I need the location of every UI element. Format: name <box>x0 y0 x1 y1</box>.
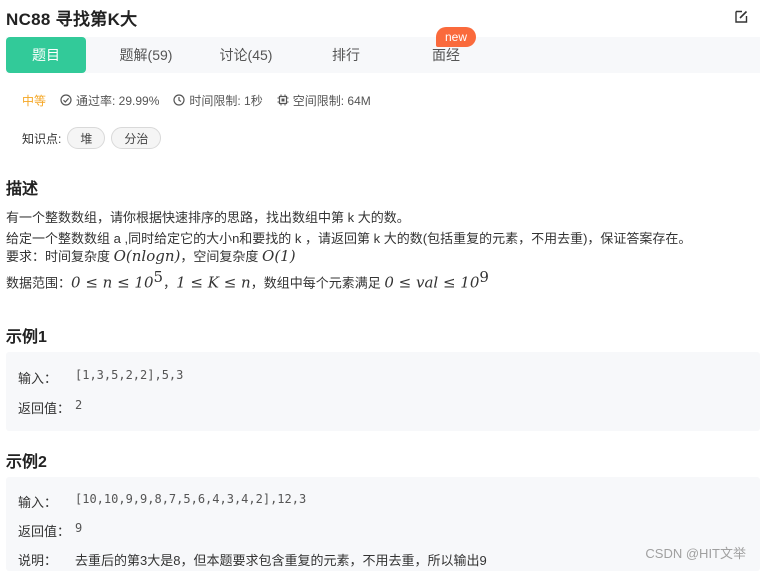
clock-icon <box>173 94 185 106</box>
range-n-exponent: 5 <box>153 268 164 286</box>
space-complexity: O(1) <box>262 247 296 265</box>
range-prefix: 数据范围： <box>6 275 72 291</box>
pass-rate-text: 通过率: 29.99% <box>76 93 160 108</box>
check-circle-icon <box>60 94 72 106</box>
time-complexity: O(nlogn) <box>113 247 181 265</box>
tag-divide-conquer[interactable]: 分治 <box>111 127 162 149</box>
example1-input-value: [1,3,5,2,2],5,3 <box>75 368 184 382</box>
tag-heap[interactable]: 堆 <box>67 127 106 149</box>
example2-output-row: 返回值： 9 <box>18 521 82 540</box>
example2-output-value: 9 <box>75 521 83 535</box>
example2-input-row: 输入： [10,10,9,9,8,7,5,6,4,3,4,2],12,3 <box>18 492 306 511</box>
requirement-mid: ，空间复杂度 <box>180 249 263 264</box>
example1-output-row: 返回值： 2 <box>18 398 82 417</box>
example1-input-row: 输入： [1,3,5,2,2],5,3 <box>18 368 183 387</box>
time-limit: 时间限制: 1秒 <box>173 92 263 109</box>
tab-bar: 题目 题解(59) 讨论(45) 排行 面经 <box>6 37 760 73</box>
tab-discussion[interactable]: 讨论(45) <box>206 37 286 73</box>
range-n: 0 ≤ n ≤ 10 <box>71 273 154 292</box>
tab-solutions[interactable]: 题解(59) <box>106 37 186 73</box>
chip-icon <box>277 94 289 106</box>
range-mid: ，数组中每个元素满足 <box>250 275 385 291</box>
example2-note-row: 说明： 去重后的第3大是8，但本题要求包含重复的元素，不用去重，所以输出9 <box>18 550 487 569</box>
range-separator: ， <box>163 275 177 291</box>
example1-output-label: 返回值： <box>18 401 71 416</box>
problem-meta: 中等 通过率: 29.99% 时间限制: 1秒 空间限制: 64M <box>22 90 385 110</box>
requirement-prefix: 要求：时间复杂度 <box>6 249 114 264</box>
new-badge: new <box>436 27 477 47</box>
range-k: 1 ≤ K ≤ n <box>176 273 251 292</box>
data-range-line: 数据范围：0 ≤ n ≤ 105，1 ≤ K ≤ n，数组中每个元素满足 0 ≤… <box>6 268 489 291</box>
example2-note-value: 去重后的第3大是8，但本题要求包含重复的元素，不用去重，所以输出9 <box>75 553 487 568</box>
example1-input-label: 输入： <box>18 371 58 386</box>
example2-input-value: [10,10,9,9,8,7,5,6,4,3,4,2],12,3 <box>75 492 307 506</box>
example2-output-label: 返回值： <box>18 524 71 539</box>
page-title: NC88 寻找第K大 <box>6 9 138 29</box>
tab-problem[interactable]: 题目 <box>6 37 86 73</box>
space-limit-text: 空间限制: 64M <box>292 93 371 108</box>
example2-note-label: 说明： <box>18 553 58 568</box>
example1-heading: 示例1 <box>6 329 47 346</box>
description-line-1: 有一个整数数组，请你根据快速排序的思路，找出数组中第 k 大的数。 <box>6 210 410 225</box>
difficulty-badge: 中等 <box>22 93 47 108</box>
knowledge-points: 知识点: 堆 分治 <box>22 126 162 150</box>
example2-heading: 示例2 <box>6 454 47 471</box>
watermark: CSDN @HIT文举 <box>645 546 746 561</box>
example1-box: 输入： [1,3,5,2,2],5,3 返回值： 2 <box>6 352 760 431</box>
requirement-line: 要求：时间复杂度 O(nlogn)，空间复杂度 O(1) <box>6 246 296 265</box>
knowledge-label: 知识点: <box>22 131 62 146</box>
pass-rate: 通过率: 29.99% <box>60 92 159 109</box>
space-limit: 空间限制: 64M <box>277 92 371 109</box>
range-val: 0 ≤ val ≤ 10 <box>384 273 480 292</box>
edit-icon[interactable] <box>732 8 750 26</box>
description-line-2: 给定一个整数数组 a ,同时给定它的大小n和要找的 k ，请返回第 k 大的数(… <box>6 231 692 246</box>
time-limit-text: 时间限制: 1秒 <box>189 93 263 108</box>
tab-ranking[interactable]: 排行 <box>306 37 386 73</box>
title-bar: NC88 寻找第K大 <box>6 6 750 29</box>
description-heading: 描述 <box>6 181 39 198</box>
example1-output-value: 2 <box>75 398 83 412</box>
range-val-exponent: 9 <box>479 268 489 286</box>
example2-input-label: 输入： <box>18 495 58 510</box>
